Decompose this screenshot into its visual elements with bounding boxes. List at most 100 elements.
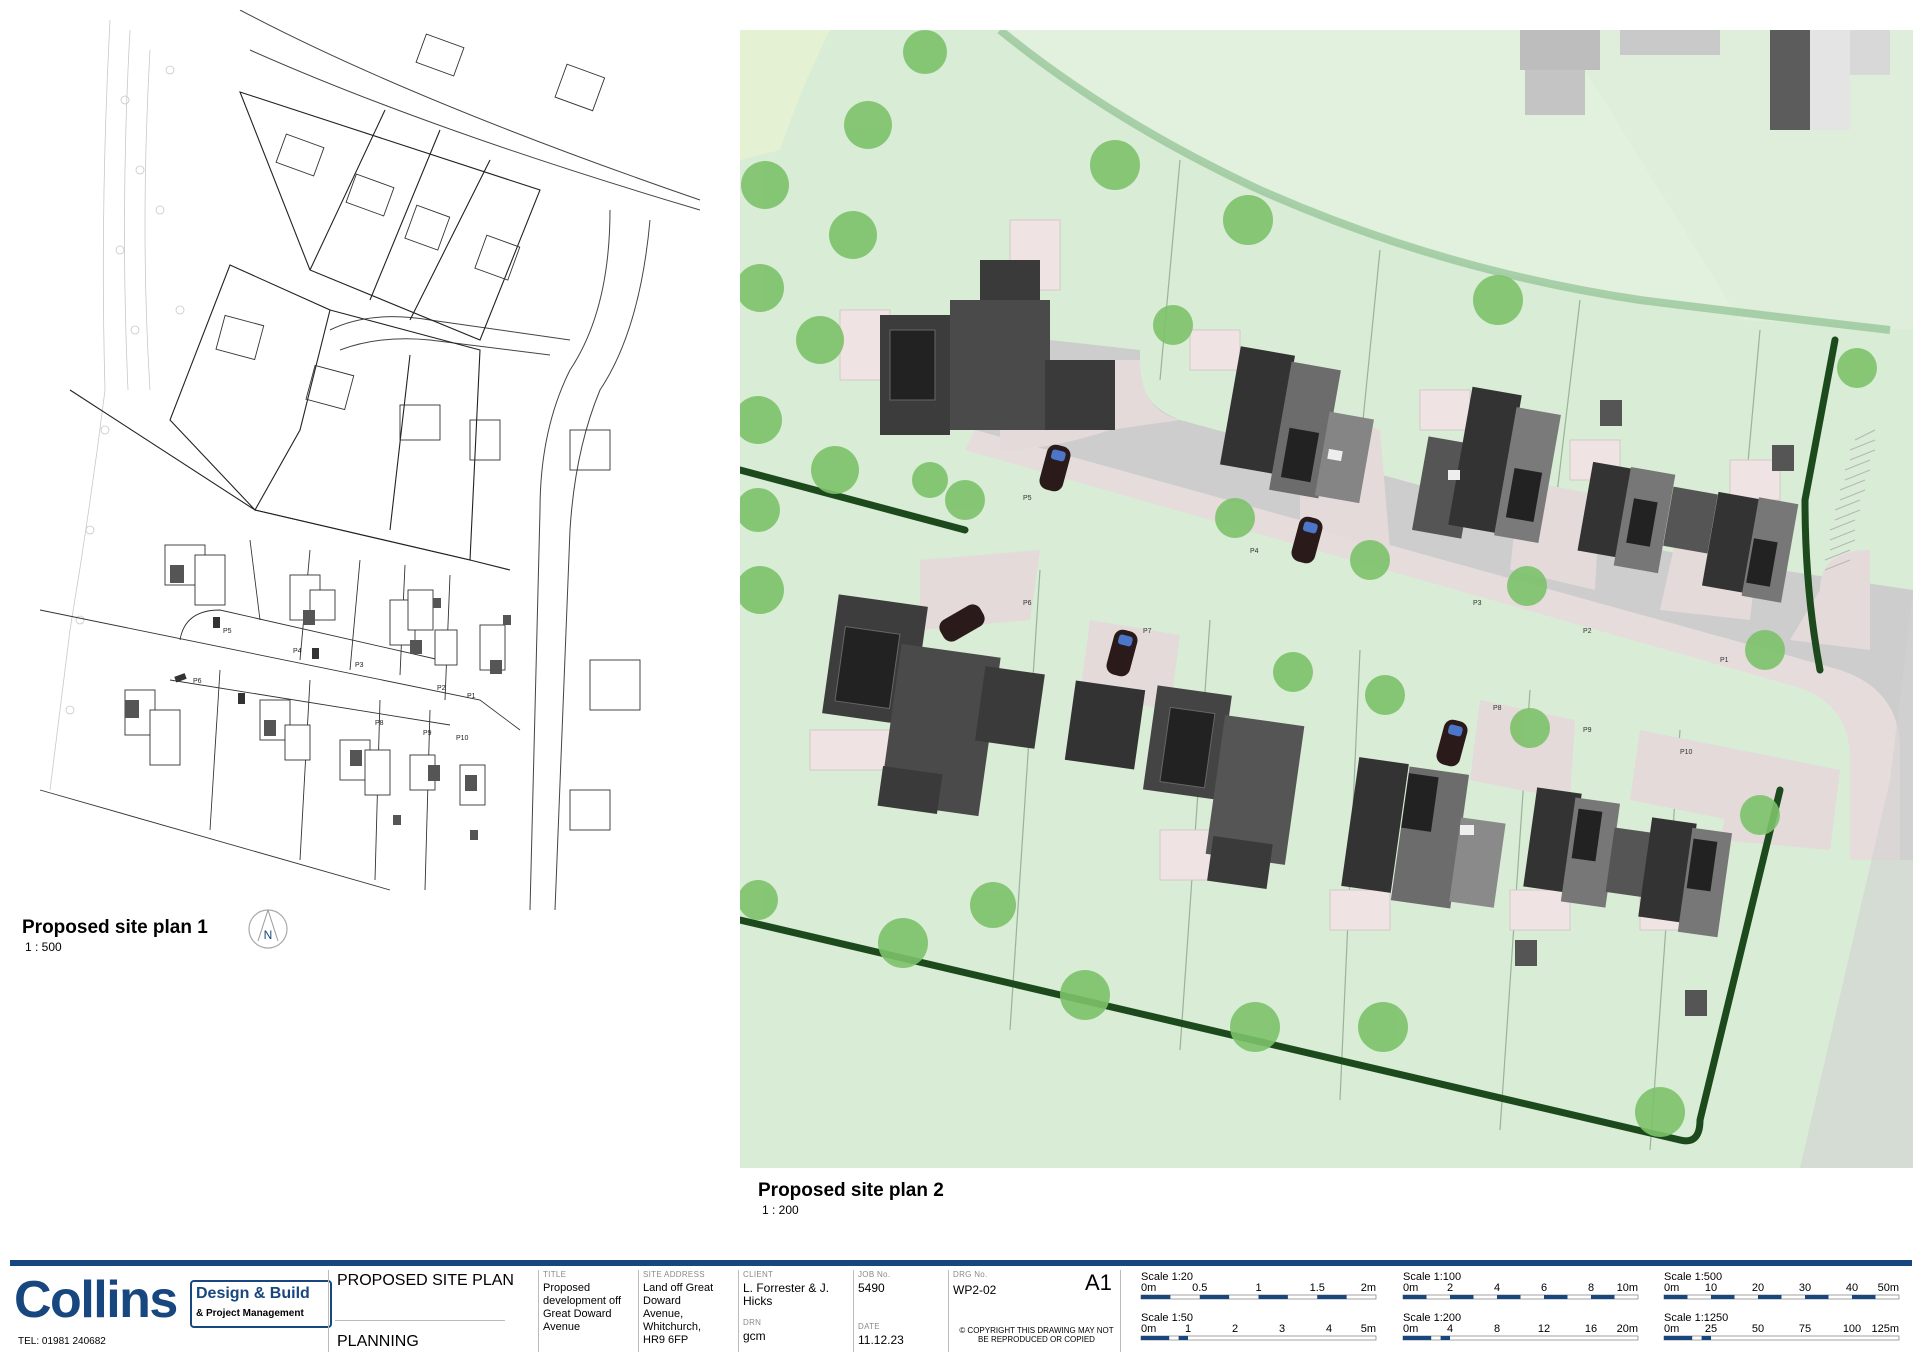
site-address-value: Land off Great Doward Avenue, Whitchurch… — [643, 1282, 714, 1346]
drawn-by-value: gcm — [743, 1329, 766, 1343]
scale-bar-segment — [1682, 1336, 1693, 1340]
site-plan-1: P5 P4 P3 P2 P1 P6 P8 P9 P10 — [10, 10, 710, 915]
scale-bar-tick-label: 0m — [1403, 1323, 1418, 1335]
title-block-bar — [10, 1260, 1912, 1266]
scale-bar-tick-label: 0m — [1664, 1323, 1679, 1335]
plan1-scale: 1 : 500 — [25, 940, 62, 954]
plan2-label-p4: P4 — [1250, 548, 1259, 555]
scale-bar-tick-label: 6 — [1541, 1282, 1547, 1294]
plan2-label-p2: P2 — [1583, 628, 1592, 635]
scale-bar-tick-label: 25 — [1705, 1323, 1717, 1335]
plan2-label-p1: P1 — [1720, 657, 1729, 664]
scale-bar-tick-label: 2 — [1447, 1282, 1453, 1294]
drawing-number-value: WP2-02 — [953, 1283, 997, 1297]
job-cell: JOB No. 5490 DATE 11.12.23 — [853, 1270, 949, 1352]
plan2-label-p7: P7 — [1143, 628, 1152, 635]
scale-bars-cell: Scale 1:20 0m 0.5 1 1.5 2m Scale 1:50 0m 1 2 3 4 5m S… — [1120, 1270, 1913, 1352]
plan1-label-p5: P5 — [223, 628, 232, 635]
scale-bar-segment — [1440, 1336, 1450, 1340]
plan1-label-p4: P4 — [293, 648, 302, 655]
plan1-label-p8: P8 — [375, 720, 384, 727]
scale-bar-tick-label: 8 — [1588, 1282, 1594, 1294]
scale-bar-tick-label: 4 — [1326, 1323, 1332, 1335]
scale-bar-tick-label: 30 — [1799, 1282, 1811, 1294]
scale-bar-tick-label: 20 — [1752, 1282, 1764, 1294]
client-cell: CLIENT L. Forrester & J. Hicks DRN gcm — [738, 1270, 854, 1352]
svg-text:N: N — [264, 928, 273, 942]
job-label: JOB No. — [858, 1270, 891, 1279]
drawing-name: PROPOSED SITE PLAN — [337, 1272, 514, 1289]
scale-bar-segment — [1852, 1295, 1876, 1299]
logo-wordmark: Collins — [14, 1271, 178, 1329]
plan2-label-p9: P9 — [1583, 727, 1592, 734]
drawing-status: PLANNING — [337, 1333, 419, 1350]
plan1-title: Proposed site plan 1 — [22, 917, 208, 938]
scale-bar-segment — [1141, 1295, 1171, 1299]
scale-bar-segment — [1178, 1336, 1188, 1340]
scale-bar-segment — [1711, 1295, 1735, 1299]
plan2-label-p5: P5 — [1023, 495, 1032, 502]
drawn-by-label: DRN — [743, 1318, 762, 1327]
scale-bar-segment — [1701, 1336, 1711, 1340]
scale-bar-segment — [1403, 1295, 1427, 1299]
plan1-label-p2: P2 — [437, 685, 446, 692]
scale-bar-tick-label: 125m — [1871, 1323, 1899, 1335]
client-label: CLIENT — [743, 1270, 774, 1279]
plan1-label-p10: P10 — [456, 735, 469, 742]
site-address-label: SITE ADDRESS — [643, 1270, 705, 1279]
plan1-label-p6: P6 — [193, 678, 202, 685]
scale-bar-tick-label: 50 — [1752, 1323, 1764, 1335]
plan1-label-p9: P9 — [423, 730, 432, 737]
drawing-name-cell: PROPOSED SITE PLAN PLANNING — [328, 1270, 539, 1352]
scale-bar-segment — [1421, 1336, 1432, 1340]
sheet-size: A1 — [1085, 1270, 1112, 1295]
copyright-notice: © COPYRIGHT THIS DRAWING MAY NOT BE REPR… — [959, 1326, 1114, 1344]
scale-bar-tick-label: 2m — [1361, 1282, 1376, 1294]
scale-bar-track — [1402, 1335, 1639, 1341]
scale-bar-segment — [1758, 1295, 1782, 1299]
plan2-title: Proposed site plan 2 — [758, 1180, 944, 1201]
client-value: L. Forrester & J. Hicks — [743, 1281, 830, 1308]
scale-bar-segment — [1497, 1295, 1521, 1299]
scale-bar-tick-label: 10 — [1705, 1282, 1717, 1294]
scale-bar-tick-label: 2 — [1232, 1323, 1238, 1335]
scale-bar-segment — [1199, 1295, 1230, 1299]
scale-bar-tick-label: 75 — [1799, 1323, 1811, 1335]
scale-bar-tick-label: 0m — [1403, 1282, 1418, 1294]
scale-bar-segment — [1317, 1295, 1347, 1299]
plan2-label-p10: P10 — [1680, 749, 1693, 756]
scale-bar-tick-label: 0m — [1141, 1282, 1156, 1294]
north-arrow-icon: N — [248, 909, 288, 949]
scale-bar-segment — [1450, 1295, 1474, 1299]
scale-bar-tick-label: 0m — [1141, 1323, 1156, 1335]
scale-bar-segment — [1159, 1336, 1170, 1340]
scale-bar-tick-label: 5m — [1361, 1323, 1376, 1335]
scale-bar-tick-label: 10m — [1617, 1282, 1638, 1294]
scale-bar-segment — [1258, 1295, 1288, 1299]
scale-bar-tick-label: 100 — [1843, 1323, 1861, 1335]
title-cell: TITLE Proposed development off Great Dow… — [538, 1270, 639, 1352]
site-plan-2: P5 P4 P3 P2 P1 P6 P7 P8 P9 P10 — [740, 30, 1913, 1168]
logo-tagline-1: Design & Build — [196, 1285, 310, 1302]
plan1-label-p1: P1 — [467, 693, 476, 700]
scale-bar-tick-label: 3 — [1279, 1323, 1285, 1335]
scale-bar-tick-label: 16 — [1585, 1323, 1597, 1335]
title-value: Proposed development off Great Doward Av… — [543, 1282, 622, 1333]
logo-tagline-2: & Project Management — [196, 1308, 304, 1319]
company-logo: Collins Design & Build & Project Managem… — [12, 1271, 332, 1350]
logo-tagline-box: Design & Build & Project Management — [190, 1280, 332, 1328]
scale-bar-tick-label: 50m — [1878, 1282, 1899, 1294]
title-block: Collins Design & Build & Project Managem… — [10, 1260, 1912, 1353]
scale-bar-tick-label: 20m — [1617, 1323, 1638, 1335]
scale-bar-track — [1140, 1335, 1377, 1341]
scale-bar-tick-label: 0m — [1664, 1282, 1679, 1294]
scale-bar-segment — [1544, 1295, 1568, 1299]
site-address-cell: SITE ADDRESS Land off Great Doward Avenu… — [638, 1270, 739, 1352]
scale-bar-tick-label: 0.5 — [1192, 1282, 1207, 1294]
scale-bar-tick-label: 1 — [1255, 1282, 1261, 1294]
telephone: TEL: 01981 240682 — [18, 1336, 106, 1347]
job-value: 5490 — [858, 1281, 885, 1295]
scale-bars: Scale 1:200m 0.5 1 1.5 2mScale 1:500m 1 2 3 4 5mS… — [1140, 1271, 1900, 1341]
scale-bar-tick-label: 8 — [1494, 1323, 1500, 1335]
plan1-label-p3: P3 — [355, 662, 364, 669]
